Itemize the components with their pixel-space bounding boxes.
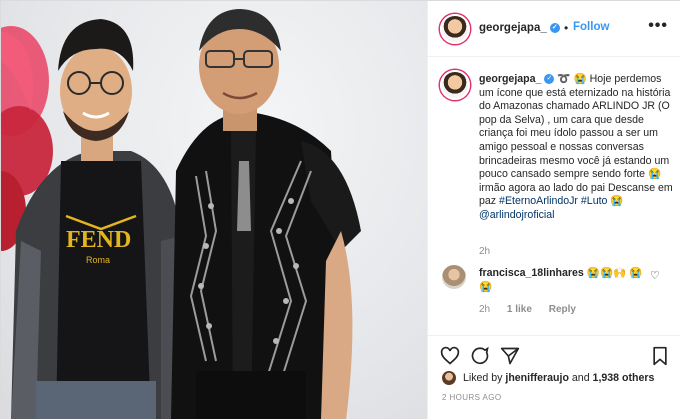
comment-icon[interactable] — [470, 346, 490, 366]
caption-timestamp[interactable]: 2h — [479, 246, 490, 257]
commenter-avatar[interactable] — [442, 265, 466, 289]
caption-text: georgejapa_ ✓ ➰ 😭 Hoje perdemos um ícone … — [479, 73, 674, 223]
commenter-username[interactable]: francisca_18linhares — [479, 267, 584, 279]
caption-author-avatar[interactable] — [440, 70, 470, 100]
post-actions-bar — [428, 335, 680, 373]
comment-timestamp[interactable]: 2h — [479, 304, 490, 315]
separator-dot: • — [564, 21, 569, 35]
likes-summary: Liked by jhenifferaujo and 1,938 others — [442, 371, 654, 385]
photo-people: FEND Roma — [1, 9, 361, 419]
hashtag-luto[interactable]: #Luto — [581, 195, 608, 207]
post-timestamp[interactable]: 2 HOURS AGO — [442, 393, 502, 402]
liker-username[interactable]: jhenifferaujo — [505, 372, 569, 384]
likes-others-count[interactable]: 1,938 others — [593, 372, 655, 384]
comment-likes-count[interactable]: 1 like — [507, 304, 532, 315]
hashtag-eternoarlindojr[interactable]: #EternoArlindoJr — [499, 195, 578, 207]
comment-like-heart-icon[interactable]: ♡ — [650, 269, 660, 282]
caption-username[interactable]: georgejapa_ — [479, 73, 541, 85]
likes-conj: and — [571, 371, 590, 384]
comment-item: francisca_18linhares 😭😭🙌 😭😭 — [479, 267, 649, 294]
share-icon[interactable] — [500, 346, 520, 366]
verified-badge-icon: ✓ — [549, 22, 560, 33]
caption-body: ➰ 😭 Hoje perdemos um ícone que está eter… — [479, 73, 673, 208]
svg-text:FEND: FEND — [66, 227, 131, 253]
caption-emoji: 😭 — [610, 195, 624, 208]
author-username[interactable]: georgejapa_ ✓ — [479, 22, 560, 34]
post-header: georgejapa_ ✓ • Follow ••• — [428, 1, 680, 57]
author-username-text[interactable]: georgejapa_ — [479, 22, 547, 34]
likes-prefix: Liked by — [462, 371, 503, 384]
liker-avatar — [442, 371, 456, 385]
comment-meta: 2h 1 like Reply — [479, 304, 590, 315]
follow-button[interactable]: Follow — [573, 21, 609, 33]
svg-text:Roma: Roma — [86, 255, 110, 265]
bookmark-icon[interactable] — [650, 346, 670, 366]
more-options-icon[interactable]: ••• — [648, 17, 668, 35]
post-photo[interactable]: FEND Roma — [1, 1, 427, 419]
author-avatar[interactable] — [440, 14, 470, 44]
mention-arlindojroficial[interactable]: @arlindojroficial — [479, 209, 555, 221]
heart-icon[interactable] — [440, 346, 460, 366]
post-side-panel: georgejapa_ ✓ • Follow ••• georgejapa_ ✓ ➰… — [427, 1, 680, 419]
post-frame: FEND Roma georgejapa_ ✓ • Follow ••• geo… — [0, 0, 680, 419]
comment-reply-button[interactable]: Reply — [549, 304, 576, 315]
caption-verified-icon: ✓ — [544, 74, 555, 85]
